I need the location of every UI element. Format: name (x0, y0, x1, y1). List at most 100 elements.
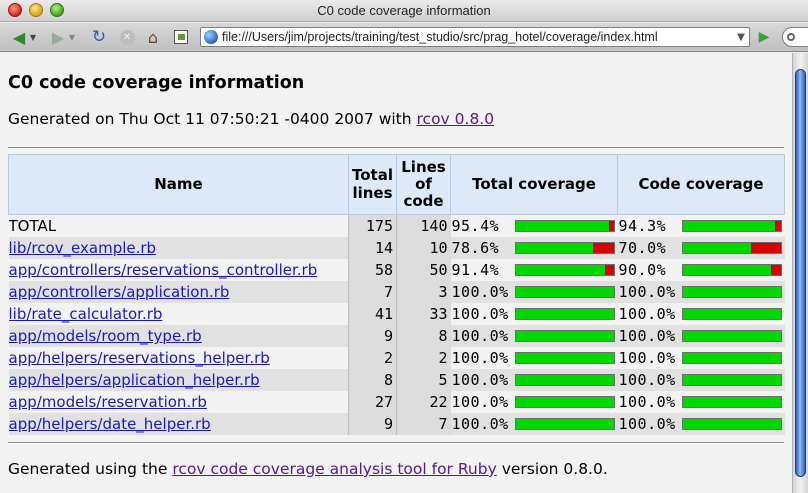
coverage-table: Name Total lines Lines of code Total cov… (8, 154, 785, 435)
code-coverage-cell: 100.0% (617, 281, 785, 303)
file-link[interactable]: app/models/room_type.rb (9, 327, 202, 345)
total-coverage-percent: 100.0% (451, 415, 509, 433)
code-coverage-bar (681, 418, 782, 430)
file-link[interactable]: app/helpers/application_helper.rb (9, 371, 260, 389)
total-coverage-cell: 100.0% (450, 281, 618, 303)
code-coverage-percent: 100.0% (618, 371, 676, 389)
total-coverage-percent: 100.0% (451, 305, 509, 323)
code-coverage-bar (681, 352, 782, 364)
forward-history-dropdown-icon[interactable]: ▼ (68, 27, 76, 47)
code-coverage-percent: 100.0% (618, 415, 676, 433)
file-link[interactable]: lib/rate_calculator.rb (9, 305, 163, 323)
table-row: app/controllers/reservations_controller.… (8, 259, 785, 281)
lines-of-code-cell: 5 (396, 369, 451, 391)
url-input[interactable]: file:///Users/jim/projects/training/test… (222, 30, 733, 44)
page-content: C0 code coverage information Generated o… (0, 53, 792, 493)
total-lines-cell: 7 (348, 281, 397, 303)
file-link[interactable]: app/models/reservation.rb (9, 393, 207, 411)
covered-portion (515, 265, 606, 275)
code-coverage-bar (681, 374, 782, 386)
go-arrow-icon[interactable]: ▶ (754, 27, 774, 47)
file-link[interactable]: lib/rcov_example.rb (9, 239, 157, 257)
total-coverage-percent: 100.0% (451, 349, 509, 367)
uncovered-portion (605, 265, 614, 275)
rcov-version-link[interactable]: rcov 0.8.0 (417, 110, 495, 128)
total-coverage-cell: 100.0% (450, 391, 618, 413)
header-code-coverage: Code coverage (617, 154, 785, 215)
scrollbar-thumb[interactable] (795, 69, 806, 477)
code-coverage-percent: 100.0% (618, 283, 676, 301)
file-link[interactable]: app/helpers/reservations_helper.rb (9, 349, 270, 367)
covered-portion (682, 287, 781, 297)
generated-info: Generated on Thu Oct 11 07:50:21 -0400 2… (8, 110, 494, 128)
total-coverage-cell: 100.0% (450, 303, 618, 325)
code-coverage-bar (681, 264, 782, 276)
total-coverage-percent: 100.0% (451, 283, 509, 301)
total-lines-cell: 14 (348, 237, 397, 259)
address-bar[interactable]: file:///Users/jim/projects/training/test… (200, 27, 750, 47)
rcov-tool-link[interactable]: rcov code coverage analysis tool for Rub… (172, 460, 496, 478)
file-name-cell: app/models/room_type.rb (8, 325, 349, 347)
back-history-dropdown-icon[interactable]: ▼ (29, 27, 37, 47)
lines-of-code-cell: 50 (396, 259, 451, 281)
uncovered-portion (751, 243, 781, 253)
total-coverage-bar (514, 418, 615, 430)
bookmark-page-icon[interactable] (170, 27, 192, 47)
code-coverage-bar (681, 220, 782, 232)
file-name-cell: lib/rate_calculator.rb (8, 303, 349, 325)
total-coverage-cell: 100.0% (450, 325, 618, 347)
url-history-dropdown-icon[interactable]: ▼ (733, 32, 749, 43)
reload-icon[interactable]: ↻ (88, 27, 110, 47)
file-name-cell: app/helpers/date_helper.rb (8, 413, 349, 435)
file-name-cell: app/helpers/application_helper.rb (8, 369, 349, 391)
code-coverage-cell: 90.0% (617, 259, 785, 281)
code-coverage-bar (681, 286, 782, 298)
table-row: app/helpers/date_helper.rb 9 7 100.0% 100.0% (8, 413, 785, 435)
total-coverage-bar (514, 374, 615, 386)
covered-portion (515, 287, 614, 297)
header-name: Name (8, 154, 349, 215)
code-coverage-cell: 100.0% (617, 347, 785, 369)
uncovered-portion (774, 221, 781, 231)
total-coverage-percent: 100.0% (451, 371, 509, 389)
code-coverage-percent: 90.0% (618, 261, 667, 279)
covered-portion (515, 331, 614, 341)
covered-portion (515, 419, 614, 429)
file-link[interactable]: app/controllers/application.rb (9, 283, 230, 301)
file-link[interactable]: app/helpers/date_helper.rb (9, 415, 211, 433)
total-lines-cell: 27 (348, 391, 397, 413)
total-coverage-bar (514, 308, 615, 320)
covered-portion (682, 375, 781, 385)
uncovered-portion (608, 221, 614, 231)
covered-portion (682, 243, 752, 253)
table-row: TOTAL 175 140 95.4% 94.3% (8, 214, 785, 237)
total-coverage-percent: 95.4% (451, 217, 500, 235)
code-coverage-cell: 94.3% (617, 214, 785, 237)
code-coverage-bar (681, 330, 782, 342)
code-coverage-cell: 100.0% (617, 391, 785, 413)
file-link[interactable]: app/controllers/reservations_controller.… (9, 261, 318, 279)
total-coverage-bar (514, 264, 615, 276)
window-title: C0 code coverage information (317, 3, 491, 18)
total-coverage-cell: 95.4% (450, 214, 618, 237)
footer-text: Generated using the (8, 460, 173, 478)
globe-icon (204, 30, 218, 44)
total-coverage-bar (514, 330, 615, 342)
header-total-coverage: Total coverage (450, 154, 618, 215)
home-icon[interactable]: ⌂ (142, 27, 164, 47)
total-coverage-cell: 100.0% (450, 369, 618, 391)
covered-portion (515, 353, 614, 363)
stop-icon[interactable]: ✕ (116, 27, 138, 47)
file-name-cell: TOTAL (8, 214, 349, 237)
covered-portion (682, 309, 781, 319)
total-lines-cell: 8 (348, 369, 397, 391)
total-coverage-percent: 78.6% (451, 239, 500, 257)
page-title: C0 code coverage information (8, 73, 305, 93)
total-lines-cell: 9 (348, 413, 397, 435)
total-coverage-bar (514, 396, 615, 408)
search-field[interactable] (782, 27, 808, 47)
vertical-scrollbar[interactable] (792, 53, 808, 493)
covered-portion (515, 375, 614, 385)
file-name-cell: app/helpers/reservations_helper.rb (8, 347, 349, 369)
file-name-cell: lib/rcov_example.rb (8, 237, 349, 259)
